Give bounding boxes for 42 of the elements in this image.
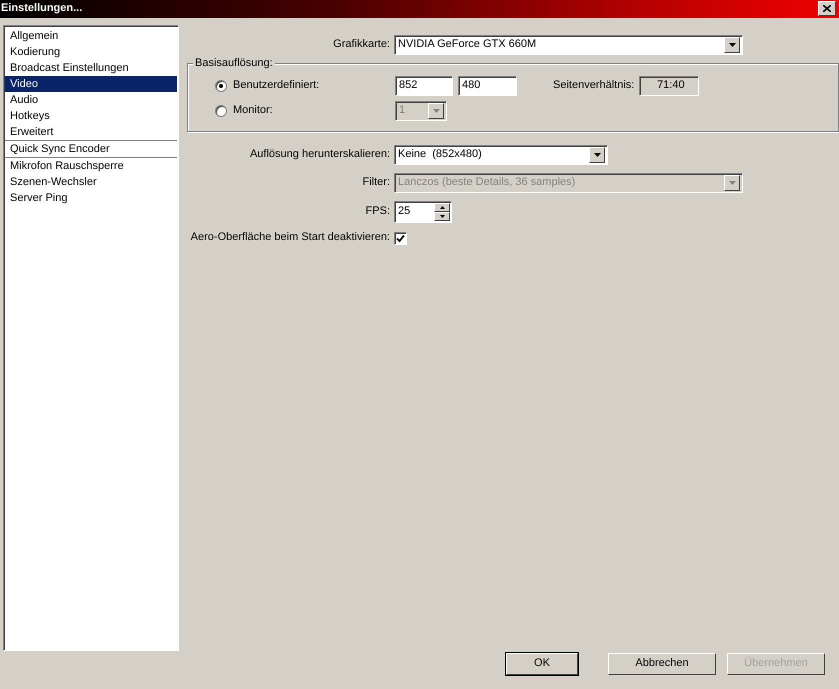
field-value: 25 [398,205,410,219]
radio-button[interactable] [215,80,227,92]
input-field[interactable]: 480 [458,76,517,96]
sidebar-item[interactable]: Audio [5,92,177,108]
window-title: Einstellungen... [0,1,82,16]
caret-icon [724,37,740,53]
dropdown[interactable]: NVIDIA GeForce GTX 660M [394,35,743,55]
group-title: Basisauflösung: [193,57,275,70]
sidebar-item[interactable]: Allgemein [5,28,177,44]
up-arrow-icon [440,206,444,209]
radio-label: Monitor: [233,104,273,118]
field-label: Aero-Oberfläche beim Start deaktivieren: [190,231,390,244]
spin-field[interactable]: 25 [394,201,452,223]
close-icon [823,5,831,12]
field-label: Grafikkarte: [333,38,390,50]
readonly-field: 71:40 [639,76,700,96]
sidebar-item[interactable]: Kodierung [5,44,177,60]
dialog-button[interactable]: Abbrechen [608,653,716,675]
spin-up-button[interactable] [434,203,450,212]
field-label: Seitenverhältnis: [553,79,634,93]
spin-down-button[interactable] [434,212,450,221]
field-label: Filter: [362,176,390,188]
sidebar-item[interactable]: Video [5,76,177,92]
close-button[interactable] [818,1,836,16]
sidebar-item[interactable]: Mikrofon Rauschsperre [5,158,177,174]
field-label: FPS: [366,205,390,218]
radio-label: Benutzerdefiniert: [233,79,320,93]
sidebar-item[interactable]: Hotkeys [5,108,177,124]
field-label: Auflösung herunterskalieren: [250,148,390,160]
caret-icon [589,147,605,163]
input-field[interactable]: 852 [395,76,453,96]
checkbox[interactable] [394,232,407,244]
caret-icon [428,103,444,119]
sidebar-item[interactable]: Server Ping [5,190,177,206]
down-arrow-icon [440,215,444,218]
sidebar-item[interactable]: Erweitert [5,124,177,140]
sidebar-item[interactable]: Szenen-Wechsler [5,174,177,190]
sidebar-item[interactable]: Quick Sync Encoder [5,141,177,157]
sidebar-item[interactable]: Broadcast Einstellungen [5,60,177,76]
dialog-button[interactable]: OK [506,653,578,675]
dropdown[interactable]: Keine (852x480) [394,145,608,165]
caret-icon [724,175,740,191]
